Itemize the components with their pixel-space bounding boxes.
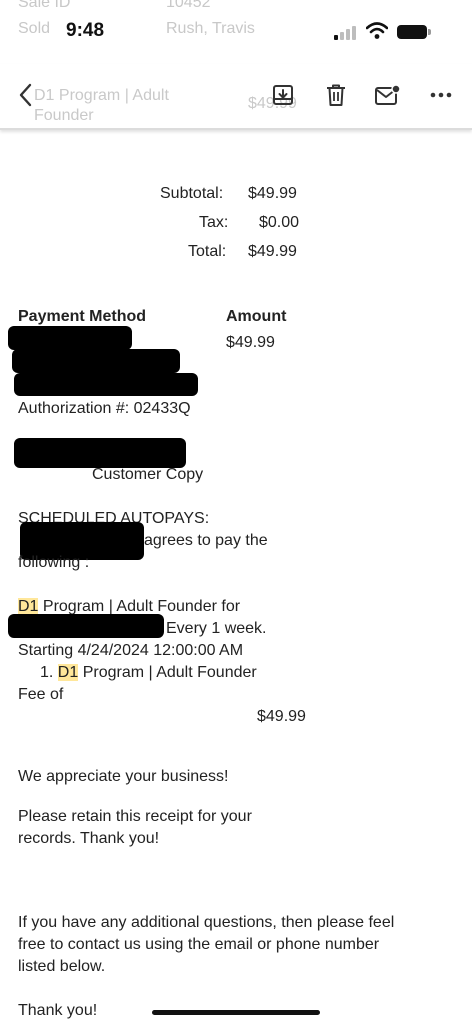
trash-icon [327,84,345,106]
retain-text-line1: Please retain this receipt for your [18,808,252,825]
mail-toolbar: D1 Program | Adult Founder $49.99 [0,64,472,130]
authorization-number: Authorization #: 02433Q [18,400,191,417]
cellular-signal-icon [334,26,360,40]
tax-label: Tax: [199,214,229,231]
wifi-icon [365,22,389,40]
more-icon [430,92,452,98]
archive-button[interactable] [270,82,296,108]
total-value: $49.99 [248,243,297,260]
tax-value: $0.00 [259,214,300,231]
highlighted-d1: D1 [18,598,39,615]
questions-line3: listed below. [18,958,106,975]
customer-copy: Customer Copy [92,466,204,483]
ghost-sold: Sold [18,20,51,37]
item-name: Program | Adult Founder [78,664,257,681]
ghost-subject-line2: Founder [34,107,94,124]
redaction-block [12,349,180,373]
payment-method-header: Payment Method [18,308,147,325]
program-name: Program | Adult Founder for [38,598,241,615]
questions-line2: free to contact us using the email or ph… [18,936,380,953]
subtotal-value: $49.99 [248,185,297,202]
autopay-item-line: 1. D1 Program | Adult Founder [40,662,257,684]
chevron-left-icon [19,83,32,107]
redaction-block [14,373,198,396]
ghost-sale-id: Sale ID [18,0,71,11]
fee-value: $49.99 [257,708,306,725]
back-button[interactable] [12,82,38,108]
retain-text-line2: records. Thank you! [18,830,160,847]
battery-icon [397,25,427,39]
ghost-subject-line1: D1 Program | Adult [34,87,169,104]
autopay-following: following : [18,554,90,571]
archive-icon [273,85,293,105]
questions-line1: If you have any additional questions, th… [18,914,395,931]
thank-you-text: Thank you! [18,1002,98,1019]
appreciate-text: We appreciate your business! [18,768,229,785]
delete-button[interactable] [323,82,349,108]
home-indicator[interactable] [152,1010,320,1015]
mark-unread-button[interactable] [375,82,401,108]
ghost-sold-by: Rush, Travis [166,20,255,37]
redaction-block [8,326,132,350]
autopay-start-date: Starting 4/24/2024 12:00:00 AM [18,642,244,659]
highlighted-d1: D1 [57,664,79,681]
subtotal-label: Subtotal: [160,185,224,202]
fee-of-label: Fee of [18,686,64,703]
amount-header: Amount [226,308,287,325]
redaction-block [8,614,164,638]
item-number: 1. [40,664,58,681]
total-label: Total: [188,243,227,260]
ghost-sale-number: 10452 [166,0,211,11]
autopay-frequency: Every 1 week. [166,620,267,637]
mark-unread-icon [375,84,401,105]
autopay-agrees: agrees to pay the [144,532,268,549]
payment-amount: $49.99 [226,334,275,351]
more-options-button[interactable] [428,82,454,108]
battery-tip [428,29,431,35]
status-time: 9:48 [66,20,105,41]
